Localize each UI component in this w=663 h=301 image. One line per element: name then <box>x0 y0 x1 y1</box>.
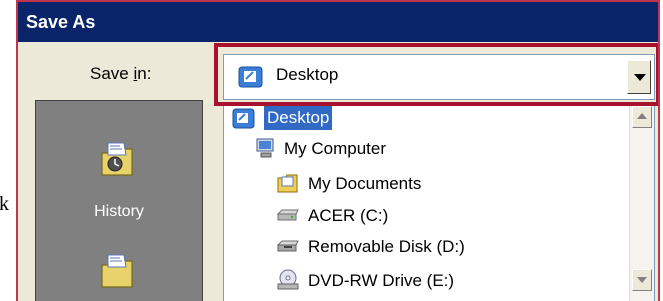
desktop-folder-icon <box>232 108 255 129</box>
places-history-label: History <box>94 203 144 220</box>
dropdown-item-desktop[interactable]: Desktop <box>232 104 612 134</box>
my-computer-icon <box>256 138 274 158</box>
removable-disk-icon <box>276 240 299 252</box>
dropdown-item-label: My Computer <box>284 139 387 158</box>
scroll-up-button[interactable] <box>632 106 652 128</box>
scroll-down-button[interactable] <box>632 269 652 291</box>
dropdown-item-label: Removable Disk (D:) <box>308 237 465 256</box>
dropdown-scrollbar[interactable] <box>629 104 654 301</box>
dropdown-item-my-computer[interactable]: My Computer <box>254 134 614 164</box>
dropdown-item-acer-c[interactable]: ACER (C:) <box>276 201 616 231</box>
dropdown-item-label: Desktop <box>264 106 333 130</box>
dialog-title: Save As <box>18 2 658 42</box>
save-as-dialog: Save As Save in: History Desktop Desktop… <box>16 0 660 301</box>
dropdown-item-label: DVD-RW Drive (E:) <box>308 271 455 290</box>
dvd-drive-icon <box>277 269 299 290</box>
dropdown-item-my-documents[interactable]: My Documents <box>276 169 616 199</box>
hard-drive-icon <box>276 209 299 221</box>
stray-caption-fragment: k <box>0 193 9 215</box>
dropdown-item-label: ACER (C:) <box>308 206 389 225</box>
dropdown-item-removable-disk-d[interactable]: Removable Disk (D:) <box>276 232 616 262</box>
history-folder-icon <box>101 142 133 176</box>
my-documents-folder-icon <box>101 254 133 288</box>
dropdown-item-label: My Documents <box>308 174 422 193</box>
dropdown-item-dvd-rw-e[interactable]: DVD-RW Drive (E:) <box>276 266 616 296</box>
places-bar: History <box>35 100 203 301</box>
save-in-label: Save in: <box>90 64 152 83</box>
my-documents-folder-icon <box>277 174 298 193</box>
highlight-frame <box>214 43 658 106</box>
save-in-dropdown-list: Desktop My Computer My Documents ACER (C… <box>223 103 655 301</box>
